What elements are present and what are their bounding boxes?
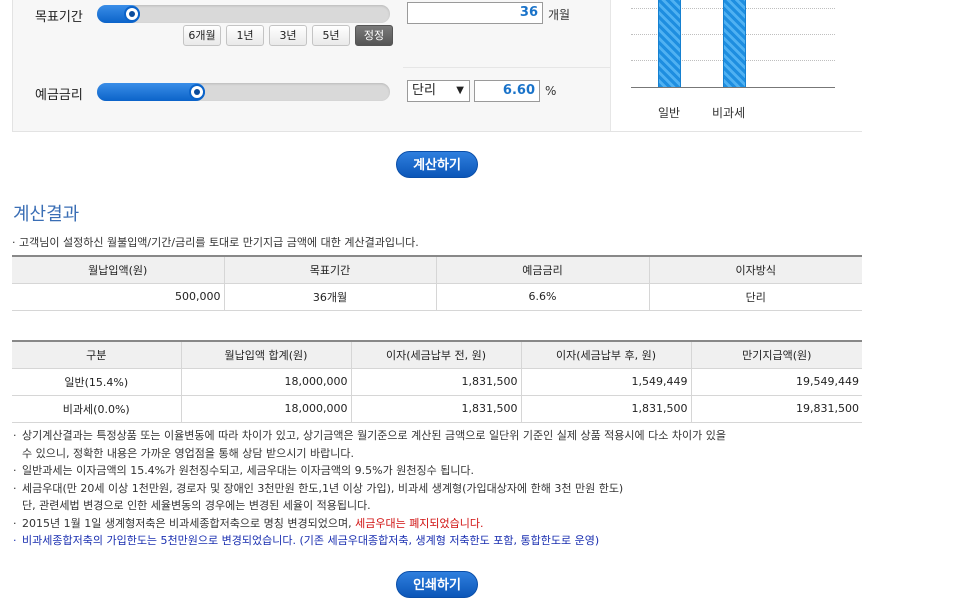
rate-slider[interactable]: [97, 83, 390, 101]
note-item: 세금우대(만 20세 이상 1천만원, 경로자 및 장애인 3천만원 한도,1년…: [12, 480, 872, 498]
note-continuation: 수 있으니, 정확한 내용은 가까운 영업점을 통해 상담 받으시기 바랍니다.: [22, 446, 354, 460]
table-row: 500,000 36개월 6.6% 단리: [12, 283, 862, 311]
mini-chart: 일반 비과세: [610, 0, 862, 131]
period-slider-handle[interactable]: [124, 6, 140, 22]
period-reset-button[interactable]: 정정: [355, 25, 393, 46]
table-header-cell: 월납입액 합계(원): [180, 340, 352, 369]
table-header-cell: 이자(세금납부 후, 원): [520, 340, 692, 369]
period-slider[interactable]: [97, 5, 390, 23]
table-header-cell: 목표기간: [223, 255, 437, 284]
table-header-cell: 구분: [12, 340, 182, 369]
chart-axis: [631, 87, 835, 88]
print-button[interactable]: 인쇄하기: [396, 571, 478, 598]
chart-bar-taxfree: [723, 0, 746, 87]
table-cell: 1,831,500: [350, 368, 521, 396]
note-continuation: 단, 관련세법 변경으로 인한 세율변동의 경우에는 변경된 세율이 적용됩니다…: [22, 499, 371, 512]
calculator-input-panel: 목표기간 6개월 1년 3년 5년 정정 36 개월 예금금리 단리 ▼ 6.6…: [12, 0, 862, 132]
note-item: 비과세종합저축의 가입한도는 5천만원으로 변경되었습니다. (기존 세금우대종…: [12, 532, 872, 550]
detail-table: 구분 월납입액 합계(원) 이자(세금납부 전, 원) 이자(세금납부 후, 원…: [12, 340, 862, 423]
table-cell: 6.6%: [435, 283, 649, 311]
rate-unit: %: [545, 84, 557, 98]
table-header-row: 구분 월납입액 합계(원) 이자(세금납부 전, 원) 이자(세금납부 후, 원…: [12, 340, 862, 369]
table-row: 비과세(0.0%) 18,000,000 1,831,500 1,831,500…: [12, 395, 862, 423]
rate-input[interactable]: 6.60: [474, 80, 540, 102]
note-item: 2015년 1월 1일 생계형저축은 비과세종합저축으로 명칭 변경되었으며, …: [12, 515, 872, 533]
table-header-cell: 월납입액(원): [12, 255, 225, 284]
note-text: 비과세종합저축의 가입한도는 5천만원으로 변경되었습니다. (기존 세금우대종…: [22, 534, 600, 547]
table-cell: 500,000: [12, 283, 224, 311]
table-cell: 단리: [648, 283, 862, 311]
input-area: 목표기간 6개월 1년 3년 5년 정정 36 개월 예금금리 단리 ▼ 6.6…: [13, 0, 610, 131]
table-cell: 19,549,449: [690, 368, 862, 396]
notes-list: 상기계산결과는 특정상품 또는 이율변동에 따라 차이가 있고, 상기금액은 월…: [12, 427, 872, 550]
table-header-cell: 예금금리: [435, 255, 650, 284]
result-description: · 고객님이 설정하신 월불입액/기간/금리를 토대로 만기지급 금액에 대한 …: [12, 236, 419, 249]
table-cell: 18,000,000: [180, 395, 351, 423]
note-item: 상기계산결과는 특정상품 또는 이율변동에 따라 차이가 있고, 상기금액은 월…: [12, 427, 872, 445]
period-5years-button[interactable]: 5년: [312, 25, 350, 46]
interest-method-select[interactable]: 단리 ▼: [407, 80, 470, 102]
note-text: 상기계산결과는 특정상품 또는 이율변동에 따라 차이가 있고, 상기금액은 월…: [22, 429, 726, 442]
note-warning-text: 세금우대는 폐지되었습니다.: [355, 516, 484, 530]
period-3years-button[interactable]: 3년: [269, 25, 307, 46]
note-text: 2015년 1월 1일 생계형저축은 비과세종합저축으로 명칭 변경되었으며,: [22, 516, 356, 530]
row-divider: [403, 67, 610, 68]
chevron-down-icon: ▼: [456, 85, 464, 96]
note-item: 일반과세는 이자금액의 15.4%가 원천징수되고, 세금우대는 이자금액의 9…: [12, 462, 872, 480]
table-cell: 일반(15.4%): [12, 368, 181, 396]
table-cell: 1,831,500: [520, 395, 691, 423]
table-cell: 비과세(0.0%): [12, 395, 181, 423]
period-input[interactable]: 36: [407, 2, 543, 24]
rate-label: 예금금리: [35, 88, 83, 103]
table-cell: 1,549,449: [520, 368, 691, 396]
result-title: 계산결과: [13, 204, 80, 225]
table-header-cell: 만기지급액(원): [690, 340, 862, 369]
table-header-cell: 이자(세금납부 전, 원): [350, 340, 522, 369]
table-cell: 36개월: [223, 283, 436, 311]
period-unit: 개월: [548, 8, 571, 22]
chart-label-general: 일반: [658, 106, 681, 120]
period-6months-button[interactable]: 6개월: [183, 25, 221, 46]
rate-slider-handle[interactable]: [189, 84, 205, 100]
interest-method-value: 단리: [412, 83, 436, 98]
table-header-row: 월납입액(원) 목표기간 예금금리 이자방식: [12, 255, 862, 284]
result-description-text: 고객님이 설정하신 월불입액/기간/금리를 토대로 만기지급 금액에 대한 계산…: [19, 236, 419, 249]
table-row: 일반(15.4%) 18,000,000 1,831,500 1,549,449…: [12, 368, 862, 396]
chart-bar-general: [658, 0, 681, 87]
table-header-cell: 이자방식: [648, 255, 862, 284]
table-cell: 19,831,500: [690, 395, 862, 423]
chart-label-taxfree: 비과세: [712, 106, 746, 120]
period-preset-buttons: 6개월 1년 3년 5년 정정: [183, 25, 393, 46]
summary-table: 월납입액(원) 목표기간 예금금리 이자방식 500,000 36개월 6.6%…: [12, 255, 862, 311]
calculate-button[interactable]: 계산하기: [396, 151, 478, 178]
table-cell: 18,000,000: [180, 368, 351, 396]
table-cell: 1,831,500: [350, 395, 521, 423]
note-text: 일반과세는 이자금액의 15.4%가 원천징수되고, 세금우대는 이자금액의 9…: [22, 464, 475, 477]
note-text: 세금우대(만 20세 이상 1천만원, 경로자 및 장애인 3천만원 한도,1년…: [22, 481, 624, 495]
period-label: 목표기간: [35, 10, 83, 25]
period-1year-button[interactable]: 1년: [226, 25, 264, 46]
